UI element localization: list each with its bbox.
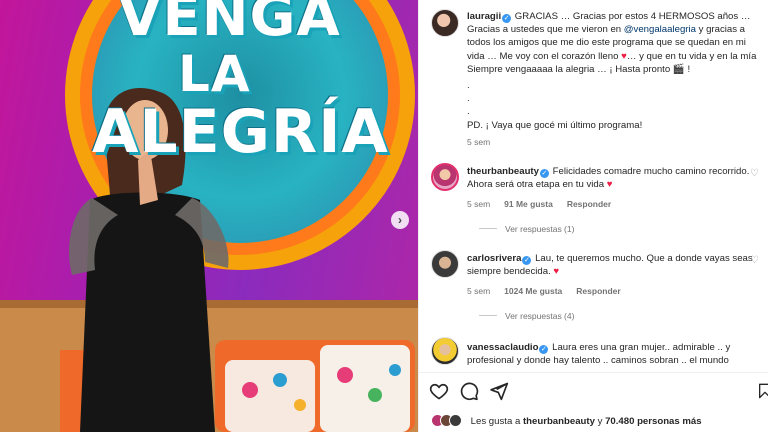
reply-button[interactable]: Responder xyxy=(567,199,611,209)
likes-user[interactable]: theurbanbeauty xyxy=(523,416,595,427)
avatar[interactable] xyxy=(431,337,459,365)
caption-postscript: PD. ¡ Vaya que gocé mi último programa! xyxy=(467,119,643,131)
cushion-1 xyxy=(225,360,315,432)
bookmark-icon[interactable] xyxy=(757,381,768,401)
heart-emoji-icon: ♥ xyxy=(553,266,560,278)
avatar[interactable] xyxy=(431,163,459,191)
post-actions-bar: Les gusta a theurbanbeauty y 70.480 pers… xyxy=(419,372,768,432)
avatar[interactable] xyxy=(431,250,459,278)
logo-venga: VENGA xyxy=(118,0,341,49)
comment-text: theurbanbeauty ✓ Felicidades comadre much… xyxy=(467,165,762,191)
comment-username[interactable]: carlosrivera xyxy=(467,253,521,264)
comment-icon[interactable] xyxy=(459,381,479,401)
likes-prefix: Les gusta a xyxy=(470,416,521,427)
verified-badge-icon: ✓ xyxy=(522,256,532,265)
comments-list: lauragii ✓ GRACIAS … Gracias por estos 4 … xyxy=(419,0,768,372)
caption-body-end: ! xyxy=(684,63,691,75)
mention-link[interactable]: @vengalaalegria xyxy=(624,24,696,35)
comment-meta: 5 sem 91 Me gusta Responder xyxy=(467,199,625,209)
caption-dot-2: . xyxy=(467,93,470,105)
verified-badge-icon: ✓ xyxy=(539,345,549,354)
comment-username[interactable]: vanessaclaudio xyxy=(467,342,538,353)
logo-alegria: ALEGRÍA xyxy=(92,97,389,167)
caption-username[interactable]: lauragii xyxy=(467,11,501,22)
comment-like-heart-icon[interactable]: ♡ xyxy=(750,168,759,179)
likes-middle: y xyxy=(597,416,603,427)
liker-avatar xyxy=(449,414,462,427)
comment-likes[interactable]: 91 Me gusta xyxy=(504,199,553,209)
verified-badge-icon: ✓ xyxy=(539,169,549,178)
share-icon[interactable] xyxy=(489,381,509,401)
chevron-right-icon[interactable]: › xyxy=(391,211,409,229)
comment-like-heart-icon[interactable]: ♡ xyxy=(750,255,759,266)
post-side-panel: lauragii ✓ GRACIAS … Gracias por estos 4 … xyxy=(418,0,768,432)
likes-count[interactable]: 70.480 personas más xyxy=(605,416,702,427)
comment-text: carlosrivera ✓ Lau, te queremos mucho. Qu… xyxy=(467,252,762,278)
clapperboard-emoji-icon: 🎬 xyxy=(672,63,685,75)
caption-dot-3: . xyxy=(467,106,470,118)
logo-la: LA xyxy=(178,45,251,103)
comment-meta: 5 sem 1024 Me gusta Responder xyxy=(467,286,635,296)
caption-dot-1: . xyxy=(467,80,470,92)
view-replies-button[interactable]: Ver respuestas (4) xyxy=(479,311,574,321)
comment-text: vanessaclaudio ✓ Laura eres una gran muje… xyxy=(467,341,762,367)
comment-time: 5 sem xyxy=(467,286,491,296)
post-image[interactable]: VENGA LA ALEGRÍA › xyxy=(0,0,418,432)
verified-badge-icon: ✓ xyxy=(502,14,512,23)
comment-username[interactable]: theurbanbeauty xyxy=(467,166,539,177)
heart-icon[interactable] xyxy=(429,381,449,401)
caption-text: lauragii ✓ GRACIAS … Gracias por estos 4 … xyxy=(467,10,762,132)
comment-likes[interactable]: 1024 Me gusta xyxy=(504,286,562,296)
cushion-2 xyxy=(320,345,410,432)
view-replies-button[interactable]: Ver respuestas (1) xyxy=(479,224,574,234)
comment-time: 5 sem xyxy=(467,199,491,209)
reply-button[interactable]: Responder xyxy=(576,286,620,296)
avatar[interactable] xyxy=(431,9,459,37)
heart-emoji-icon: ♥ xyxy=(606,179,613,191)
caption-time: 5 sem xyxy=(467,137,491,147)
likes-summary[interactable]: Les gusta a theurbanbeauty y 70.480 pers… xyxy=(431,414,702,427)
